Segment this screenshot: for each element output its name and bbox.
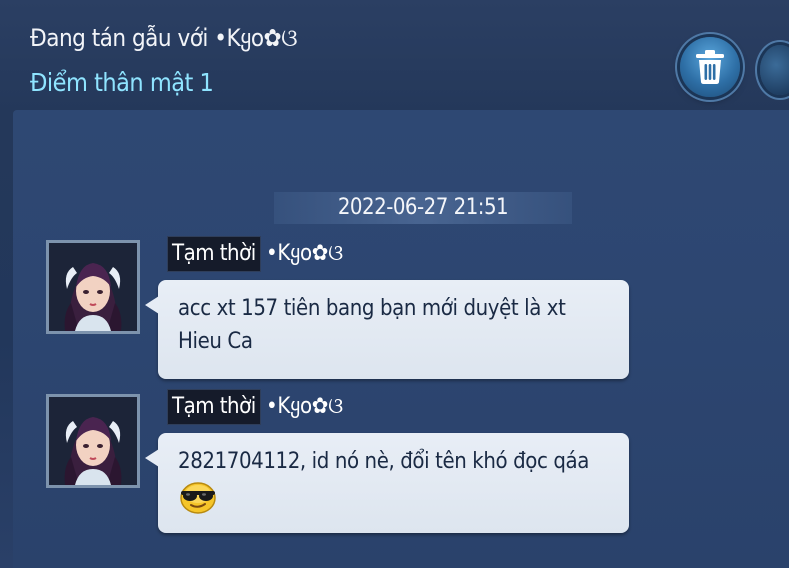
delete-chat-button[interactable] — [680, 37, 740, 97]
message-text: 2821704112, id nó nè, đổi tên khó đọc qá… — [178, 449, 589, 474]
chat-partner-title: Đang tán gẫu với •Kყo✿ଓ — [30, 24, 298, 52]
sunglasses-emoji-icon — [178, 480, 218, 526]
trash-icon — [696, 50, 724, 84]
girl-portrait-icon — [49, 397, 137, 485]
sender-avatar[interactable] — [46, 240, 140, 334]
temporary-tag: Tạm thời — [167, 389, 261, 425]
temporary-tag: Tạm thời — [167, 236, 261, 272]
message-bubble[interactable]: acc xt 157 tiên bang bạn mới duyệt là xt… — [145, 280, 629, 379]
girl-portrait-icon — [49, 243, 137, 331]
message-bubble[interactable]: 2821704112, id nó nè, đổi tên khó đọc qá… — [145, 433, 629, 533]
sender-name[interactable]: •Kყo✿ଓ — [266, 241, 343, 266]
side-button-edge[interactable] — [760, 45, 789, 95]
sender-avatar[interactable] — [46, 394, 140, 488]
message-text: acc xt 157 tiên bang bạn mới duyệt là xt… — [178, 296, 566, 354]
sender-name[interactable]: •Kყo✿ଓ — [266, 394, 343, 419]
intimacy-points: Điểm thân mật 1 — [30, 68, 214, 97]
message-timestamp: 2022-06-27 21:51 — [274, 192, 572, 224]
chat-header: Đang tán gẫu với •Kყo✿ଓ Điểm thân mật 1 — [0, 0, 789, 110]
